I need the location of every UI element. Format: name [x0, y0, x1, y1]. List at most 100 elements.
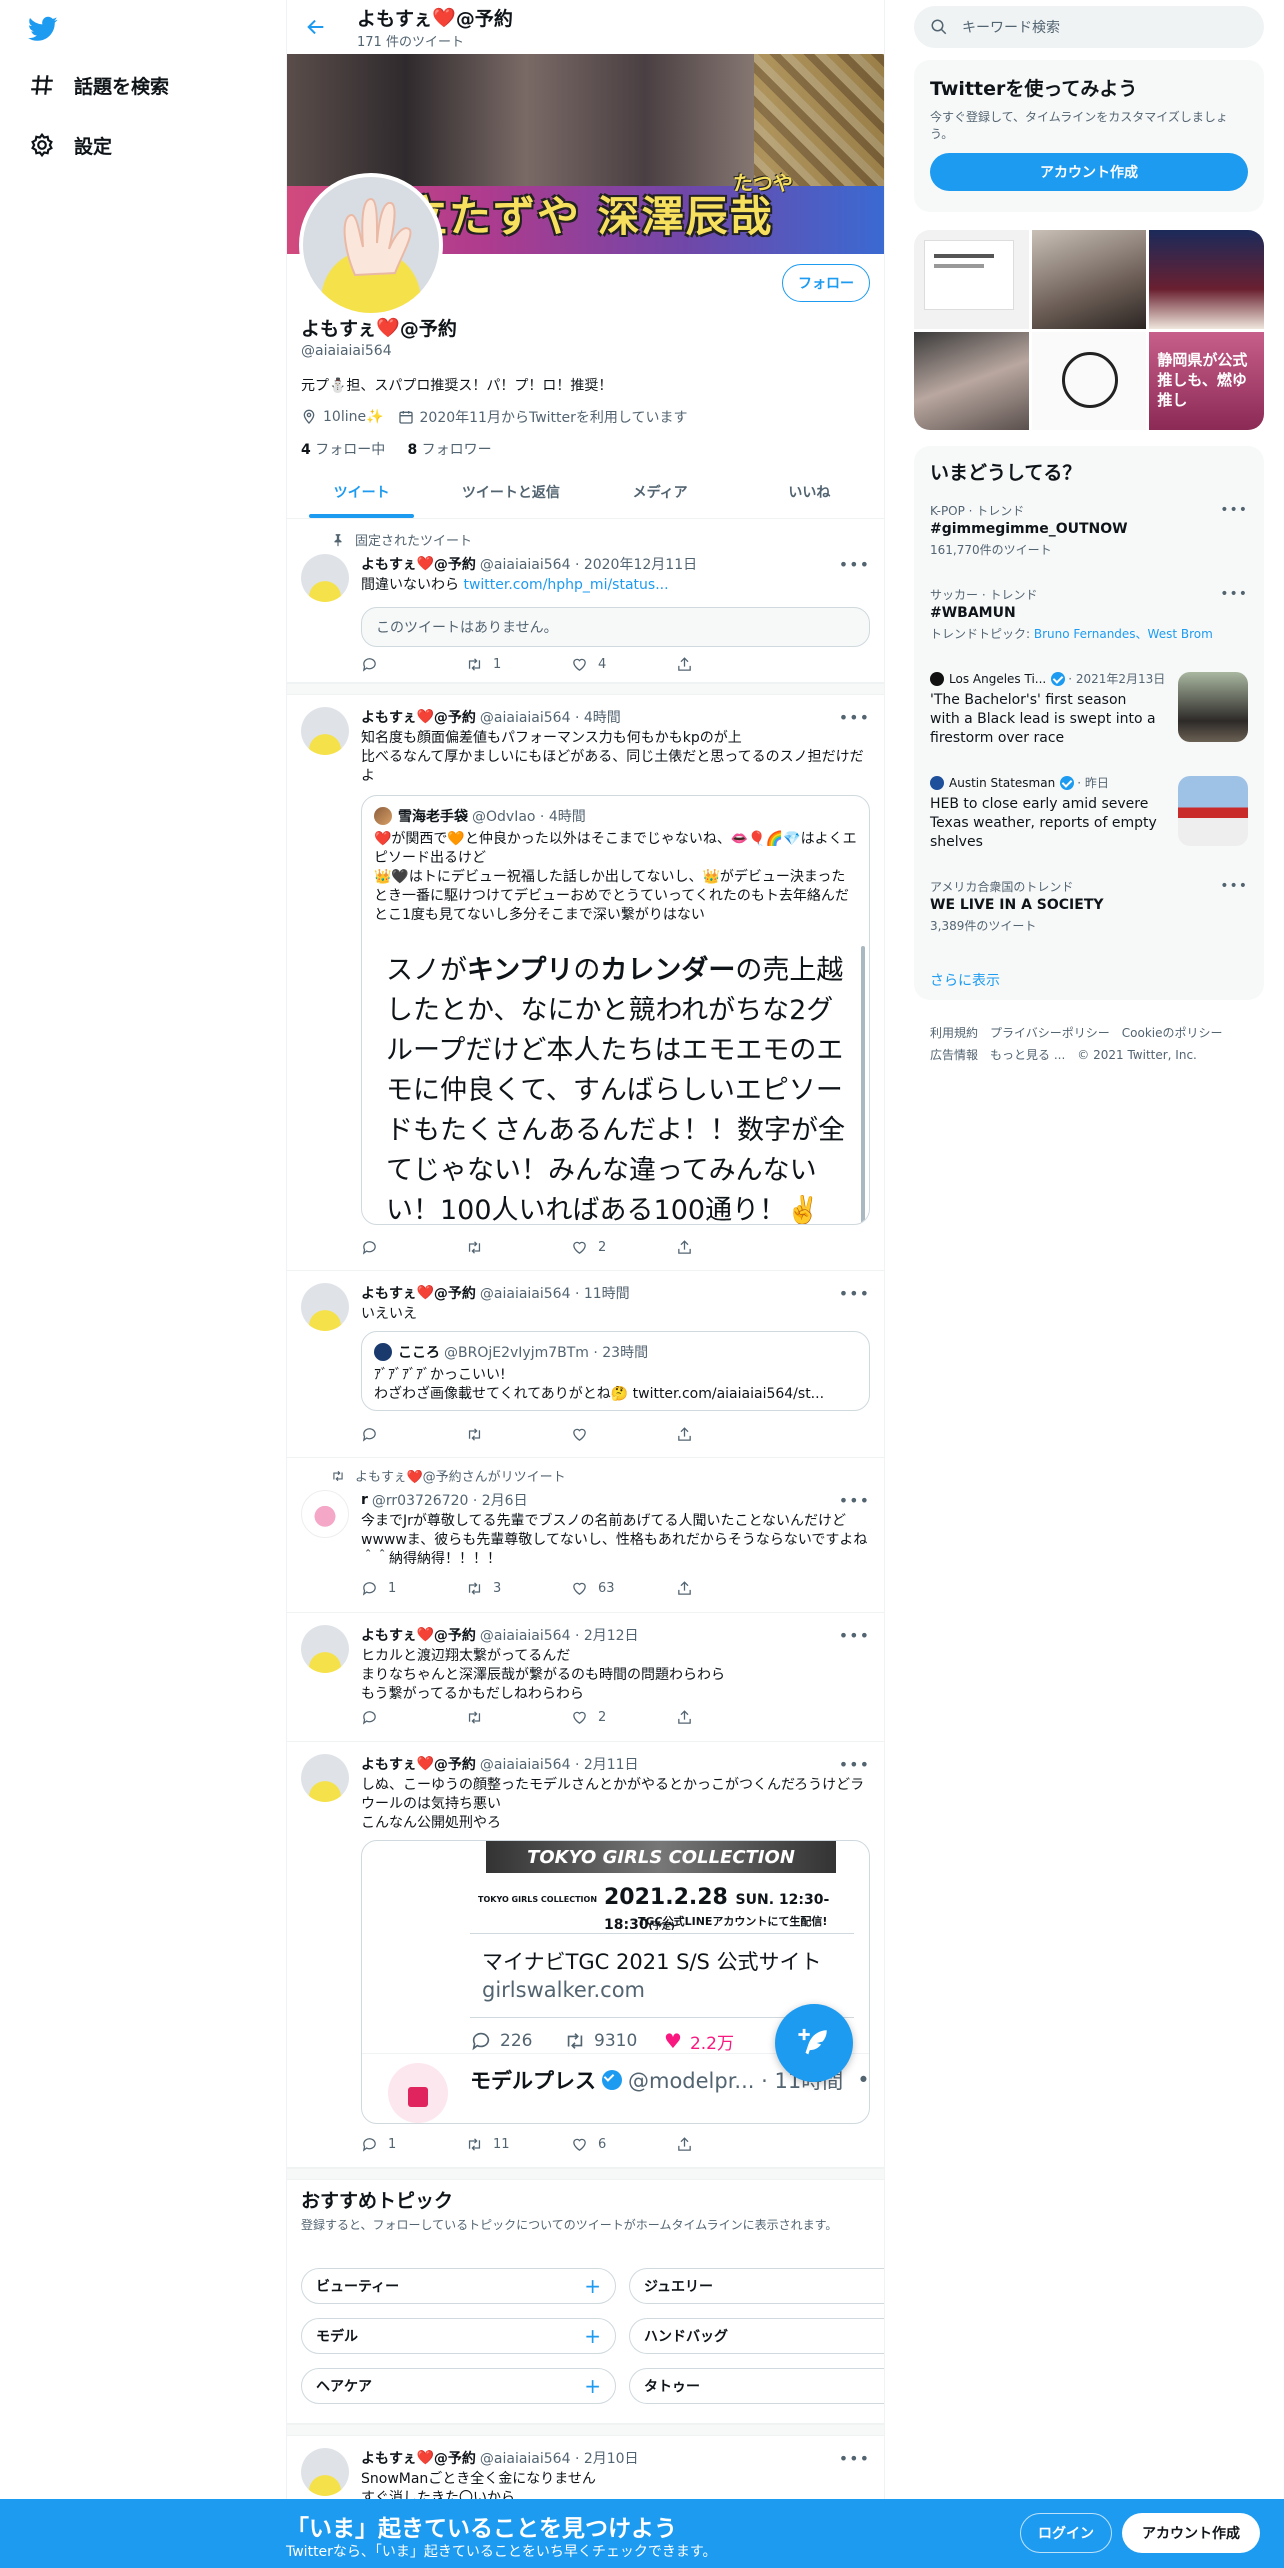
media-thumb[interactable]	[914, 331, 1029, 430]
tgc-card-text[interactable]: マイナビTGC 2021 S/S 公式サイト girlswalker.com	[470, 1933, 854, 2017]
share-button[interactable]	[676, 2136, 781, 2153]
reply-button[interactable]: 1	[361, 2136, 466, 2153]
quoted-tweet[interactable]: こころ @BROjE2vIyjm7BTm · 23時間 ｱﾞｱﾞｱﾞｱﾞかっこいい…	[361, 1331, 870, 1411]
footer-link[interactable]: プライバシーポリシー	[990, 1026, 1110, 1040]
show-more-link[interactable]: さらに表示	[930, 970, 1000, 990]
tweet-avatar[interactable]	[301, 707, 349, 755]
topic-chip-beauty[interactable]: ビューティー +	[301, 2268, 616, 2304]
more-icon[interactable]: •••	[1220, 878, 1248, 894]
following-link[interactable]: 4 フォロー中	[301, 442, 385, 458]
media-thumb[interactable]	[1031, 331, 1147, 430]
media-thumb[interactable]	[1031, 230, 1147, 329]
modelpress-avatar[interactable]	[388, 2063, 448, 2123]
tweet-avatar[interactable]	[301, 1754, 349, 1802]
more-icon[interactable]: •••	[839, 555, 870, 574]
media-thumb[interactable]	[914, 230, 1029, 329]
tweet-avatar[interactable]	[301, 554, 349, 602]
tweet-link[interactable]: twitter.com/hphp_mi/status...	[463, 577, 668, 593]
topic-chip-model[interactable]: モデル +	[301, 2318, 616, 2354]
followers-link[interactable]: 8 フォロワー	[407, 442, 491, 458]
topic-chip-tattoo[interactable]: タトゥー	[629, 2368, 884, 2404]
share-button[interactable]	[676, 1239, 781, 1256]
like-button[interactable]: 6	[571, 2136, 676, 2153]
retweet-button[interactable]	[466, 1239, 571, 1256]
footer-link[interactable]: Cookieのポリシー	[1122, 1026, 1223, 1040]
retweet-button[interactable]: 1	[466, 656, 571, 673]
reply-button[interactable]	[361, 1239, 466, 1256]
more-icon[interactable]: •••	[1220, 502, 1248, 518]
news-item[interactable]: Los Angeles Ti... · 2021年2月13日 'The Bache…	[914, 670, 1264, 748]
media-thumb[interactable]	[1149, 230, 1264, 329]
retweet-icon	[468, 2138, 481, 2151]
trend-item[interactable]: サッカー · トレンド #WBAMUN トレンドトピック: Bruno Fern…	[914, 586, 1264, 642]
reply-button[interactable]	[361, 656, 466, 673]
retweet-button[interactable]: 11	[466, 2136, 571, 2153]
tweet-avatar[interactable]	[301, 2448, 349, 2496]
tab-tweets-replies[interactable]: ツイートと返信	[436, 466, 585, 518]
main-column: よもすぇ ❤️ @予約 171 件のツイート たつや 立たずや 深澤辰哉 フォロー …	[286, 0, 885, 2568]
more-icon[interactable]: •••	[839, 708, 870, 727]
media-thumb[interactable]: 静岡県が公式 推しも、燃ゆ 推し	[1149, 331, 1264, 430]
inner-reply-count[interactable]: 226	[470, 2030, 564, 2052]
more-icon[interactable]: •••	[839, 1491, 870, 1510]
tweet-avatar[interactable]	[301, 1490, 349, 1538]
footer-link[interactable]: 利用規約	[930, 1026, 978, 1040]
reply-button[interactable]	[361, 1709, 466, 1726]
retweet-icon	[468, 658, 481, 671]
share-button[interactable]	[676, 656, 781, 673]
like-button[interactable]: 63	[571, 1580, 676, 1597]
topic-chip-handbag[interactable]: ハンドバッグ	[629, 2318, 884, 2354]
footer-link[interactable]: 広告情報	[930, 1048, 978, 1062]
share-button[interactable]	[676, 1426, 781, 1443]
like-button[interactable]: 4	[571, 656, 676, 673]
tab-tweets[interactable]: ツイート	[287, 466, 436, 518]
inner-like-count[interactable]: ♥ 2.2万	[664, 2029, 764, 2054]
tweet[interactable]: よもすぇ ❤️ @予約 @aiaiaiai564 · 11時間 ••• いえいえ こころ…	[287, 1271, 884, 1458]
more-icon[interactable]: •••	[839, 1284, 870, 1303]
tab-likes[interactable]: いいね	[735, 466, 884, 518]
tweet-avatar[interactable]	[301, 1625, 349, 1673]
tab-media[interactable]: メディア	[586, 466, 735, 518]
quote-scrollbar[interactable]	[861, 946, 865, 1224]
news-item[interactable]: Austin Statesman · 昨日 HEB to close early …	[914, 774, 1264, 852]
topic-chip-haircare[interactable]: ヘアケア +	[301, 2368, 616, 2404]
tweet-retweeted[interactable]: よもすぇ❤️@予約さんがリツイート r @rr03726720 · 2月6日 •••…	[287, 1458, 884, 1613]
more-icon[interactable]: •••	[839, 1755, 870, 1774]
twitter-logo-icon[interactable]	[26, 14, 60, 44]
tweet[interactable]: よもすぇ ❤️ @予約 @aiaiaiai564 · 4時間 ••• 知名度も顔面偏差値…	[287, 695, 884, 1271]
nav-explore[interactable]: 話題を検索	[28, 65, 169, 105]
back-arrow-icon[interactable]	[305, 16, 327, 38]
share-button[interactable]	[676, 1709, 781, 1726]
retweet-button[interactable]	[466, 1709, 571, 1726]
profile-avatar[interactable]	[299, 173, 443, 317]
tweet-pinned[interactable]: 固定されたツイート よもすぇ ❤️ @予約 @aiaiaiai564 · 2020年1…	[287, 520, 884, 683]
more-icon[interactable]: •••	[839, 1626, 870, 1645]
like-button[interactable]: 2	[571, 1709, 676, 1726]
retweet-button[interactable]: 3	[466, 1580, 571, 1597]
more-icon[interactable]: •••	[1220, 586, 1248, 602]
like-button[interactable]: 2	[571, 1239, 676, 1256]
trend-item[interactable]: K-POP · トレンド #gimmegimme_OUTNOW 161,770件…	[914, 502, 1264, 558]
topic-chip-jewelry[interactable]: ジュエリー	[629, 2268, 884, 2304]
signup-button[interactable]: アカウント作成	[930, 153, 1248, 191]
tweet[interactable]: よもすぇ ❤️ @予約 @aiaiaiai564 · 2月12日 ••• ヒカルと渡辺翔…	[287, 1613, 884, 1742]
search-input[interactable]: キーワード検索	[914, 6, 1264, 48]
nav-settings[interactable]: 設定	[28, 125, 112, 165]
retweet-button[interactable]	[466, 1426, 571, 1443]
tweet-avatar[interactable]	[301, 1283, 349, 1331]
login-button[interactable]: ログイン	[1020, 2513, 1112, 2553]
reply-button[interactable]	[361, 1426, 466, 1443]
trend-item[interactable]: アメリカ合衆国のトレンド WE LIVE IN A SOCIETY 3,389件…	[914, 878, 1264, 934]
compose-tweet-button[interactable]	[775, 2004, 853, 2082]
footer-link[interactable]: もっと見る ...	[990, 1048, 1065, 1062]
tweet[interactable]: よもすぇ ❤️ @予約 @aiaiaiai564 · 2月11日 ••• しぬ、こーゆう…	[287, 1742, 884, 2168]
embedded-tweet-frame[interactable]: TOKYO GIRLS COLLECTION 2021.2.28 SUN. 12…	[361, 1840, 870, 2124]
signup-button-bottom[interactable]: アカウント作成	[1122, 2513, 1260, 2553]
more-icon[interactable]: •••	[839, 2449, 870, 2468]
share-button[interactable]	[676, 1580, 781, 1597]
reply-button[interactable]: 1	[361, 1580, 466, 1597]
inner-retweet-count[interactable]: 9310	[564, 2030, 664, 2052]
quoted-tweet[interactable]: 雪海老手袋 @OdvIao · 4時間 ❤️が関西で🧡と仲良かった以外はそこまでじ…	[361, 795, 870, 1225]
like-button[interactable]	[571, 1426, 676, 1443]
follow-button[interactable]: フォロー	[782, 264, 870, 302]
